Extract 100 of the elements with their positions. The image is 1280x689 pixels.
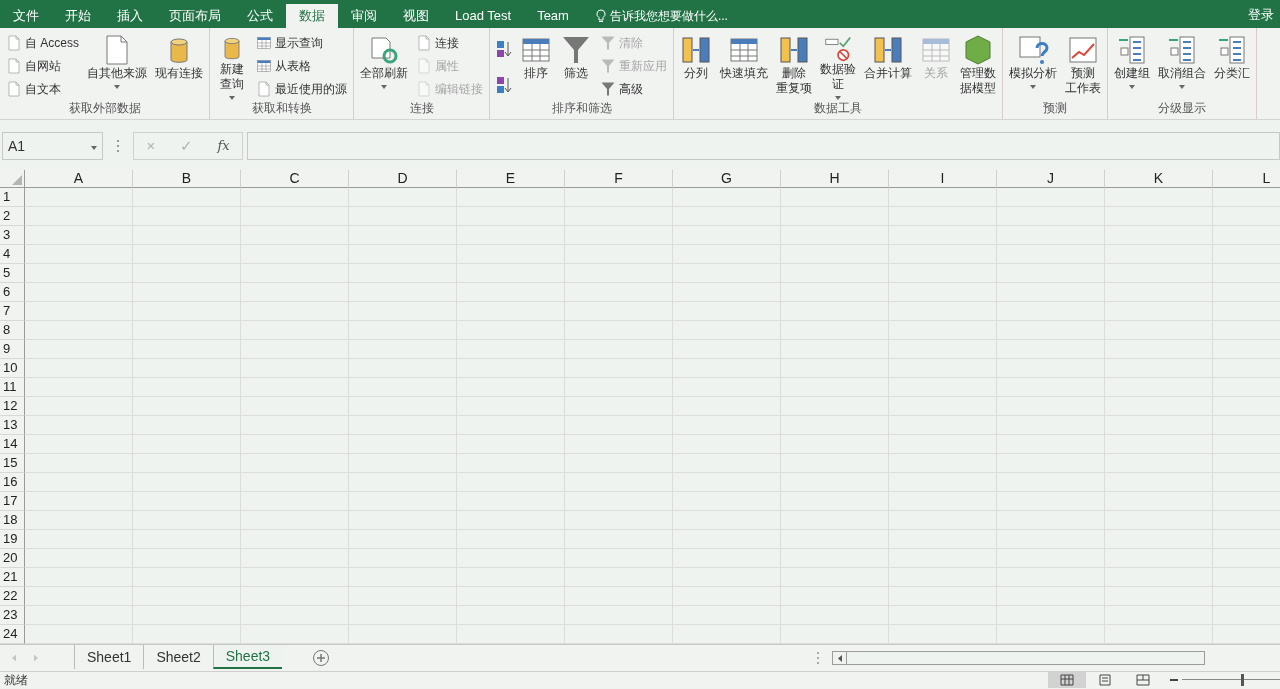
sign-in-link[interactable]: 登录: [1248, 4, 1280, 28]
horizontal-scrollbar[interactable]: [832, 651, 1205, 665]
column-header[interactable]: G: [673, 170, 781, 188]
column-header[interactable]: B: [133, 170, 241, 188]
ribbon-tab[interactable]: 开始: [52, 4, 104, 28]
ribbon-button[interactable]: 管理数 据模型: [957, 32, 999, 100]
formula-input[interactable]: [247, 132, 1280, 160]
add-sheet-icon[interactable]: [312, 649, 331, 667]
ribbon-small-button[interactable]: 从表格: [253, 55, 350, 77]
row-header[interactable]: 7: [0, 302, 25, 321]
row-header[interactable]: 23: [0, 606, 25, 625]
column-header[interactable]: K: [1105, 170, 1213, 188]
ribbon-button[interactable]: 合并计算: [861, 32, 915, 100]
document-icon: [416, 35, 432, 51]
row-header[interactable]: 9: [0, 340, 25, 359]
select-all-icon[interactable]: [12, 175, 22, 185]
ribbon-button[interactable]: 删除 重复项: [773, 32, 815, 100]
column-header[interactable]: C: [241, 170, 349, 188]
column-header[interactable]: J: [997, 170, 1105, 188]
row-header[interactable]: 13: [0, 416, 25, 435]
ribbon-button[interactable]: 分列: [677, 32, 715, 100]
row-header[interactable]: 3: [0, 226, 25, 245]
row-header[interactable]: 1: [0, 188, 25, 207]
caret-icon: [1030, 85, 1036, 89]
column-header[interactable]: F: [565, 170, 673, 188]
row-header[interactable]: 15: [0, 454, 25, 473]
group-label: 预测: [1042, 100, 1068, 117]
row-header[interactable]: 2: [0, 207, 25, 226]
ribbon-small-button[interactable]: 自文本: [3, 78, 82, 100]
sort-descending-icon: [496, 76, 512, 94]
status-text: 就绪: [3, 672, 28, 687]
ribbon-button[interactable]: 预测 工作表: [1062, 32, 1104, 100]
sheet-tab[interactable]: Sheet2: [143, 645, 213, 669]
row-header[interactable]: 8: [0, 321, 25, 340]
normal-view-button[interactable]: [1048, 671, 1086, 688]
ribbon-button[interactable]: 创建组: [1111, 32, 1153, 100]
column-header[interactable]: E: [457, 170, 565, 188]
column-header[interactable]: H: [781, 170, 889, 188]
row-header[interactable]: 5: [0, 264, 25, 283]
ribbon-tab[interactable]: Team: [524, 4, 582, 28]
ribbon-button[interactable]: 新建 查询: [213, 32, 251, 100]
scroll-left-icon[interactable]: [837, 654, 842, 662]
group-label: 数据工具: [813, 100, 863, 117]
ribbon-button[interactable]: 快速填充: [717, 32, 771, 100]
caret-icon: [835, 96, 841, 100]
ribbon-small-button[interactable]: 自 Access: [3, 32, 82, 54]
ribbon-tab[interactable]: 视图: [390, 4, 442, 28]
ribbon-small-button[interactable]: 最近使用的源: [253, 78, 350, 100]
row-header[interactable]: 20: [0, 549, 25, 568]
row-header[interactable]: 12: [0, 397, 25, 416]
ribbon-button[interactable]: 数据验 证: [817, 32, 859, 100]
sheet-tab[interactable]: Sheet1: [74, 645, 144, 669]
ribbon-tab[interactable]: 页面布局: [156, 4, 234, 28]
ribbon-small-button[interactable]: 自网站: [3, 55, 82, 77]
column-header[interactable]: D: [349, 170, 457, 188]
ribbon-button[interactable]: 排序: [517, 32, 555, 100]
name-box[interactable]: A1: [2, 132, 103, 160]
row-header[interactable]: 4: [0, 245, 25, 264]
ribbon-button[interactable]: 筛选: [557, 32, 595, 100]
column-header[interactable]: I: [889, 170, 997, 188]
row-header[interactable]: 24: [0, 625, 25, 644]
lightbulb-icon: [595, 9, 606, 23]
row-header[interactable]: 22: [0, 587, 25, 606]
scroll-right-icon[interactable]: [34, 654, 38, 662]
funnel-icon: [560, 34, 592, 66]
row-header[interactable]: 19: [0, 530, 25, 549]
tell-me-search[interactable]: 告诉我您想要做什么...: [609, 5, 728, 27]
sheet-tab[interactable]: Sheet3: [212, 645, 283, 669]
ribbon-button[interactable]: 分类汇: [1211, 32, 1253, 100]
row-header[interactable]: 14: [0, 435, 25, 454]
grip-icon[interactable]: [116, 140, 120, 152]
ribbon-button[interactable]: 模拟分析: [1006, 32, 1060, 100]
row-header[interactable]: 21: [0, 568, 25, 587]
ribbon-small-button[interactable]: 显示查询: [253, 32, 350, 54]
ribbon-small-button[interactable]: 高级: [597, 78, 670, 100]
slider-thumb[interactable]: [1240, 673, 1244, 686]
ribbon-tab[interactable]: 公式: [234, 4, 286, 28]
ribbon-button[interactable]: 现有连接: [152, 32, 206, 100]
row-header[interactable]: 16: [0, 473, 25, 492]
ribbon-tab[interactable]: 审阅: [338, 4, 390, 28]
row-header[interactable]: 18: [0, 511, 25, 530]
row-header[interactable]: 11: [0, 378, 25, 397]
insert-function-button[interactable]: fx: [213, 136, 234, 156]
ribbon-tab[interactable]: Load Test: [442, 4, 525, 28]
column-header[interactable]: A: [25, 170, 133, 188]
ribbon-small-button[interactable]: 连接: [413, 32, 486, 54]
caret-icon: [114, 85, 120, 89]
ribbon-tab[interactable]: 数据: [286, 4, 338, 28]
ribbon-tab[interactable]: 文件: [0, 4, 52, 28]
row-header[interactable]: 6: [0, 283, 25, 302]
sort-ascending-icon: [496, 40, 512, 58]
grip-icon[interactable]: [817, 652, 820, 664]
caret-icon: [1179, 85, 1185, 89]
ribbon-tab[interactable]: 插入: [104, 4, 156, 28]
ribbon-button[interactable]: 取消组合: [1155, 32, 1209, 100]
ribbon-button[interactable]: 全部刷新: [357, 32, 411, 100]
row-header[interactable]: 10: [0, 359, 25, 378]
row-header[interactable]: 17: [0, 492, 25, 511]
ribbon-button[interactable]: 自其他来源: [84, 32, 150, 100]
column-header[interactable]: L: [1213, 170, 1280, 188]
